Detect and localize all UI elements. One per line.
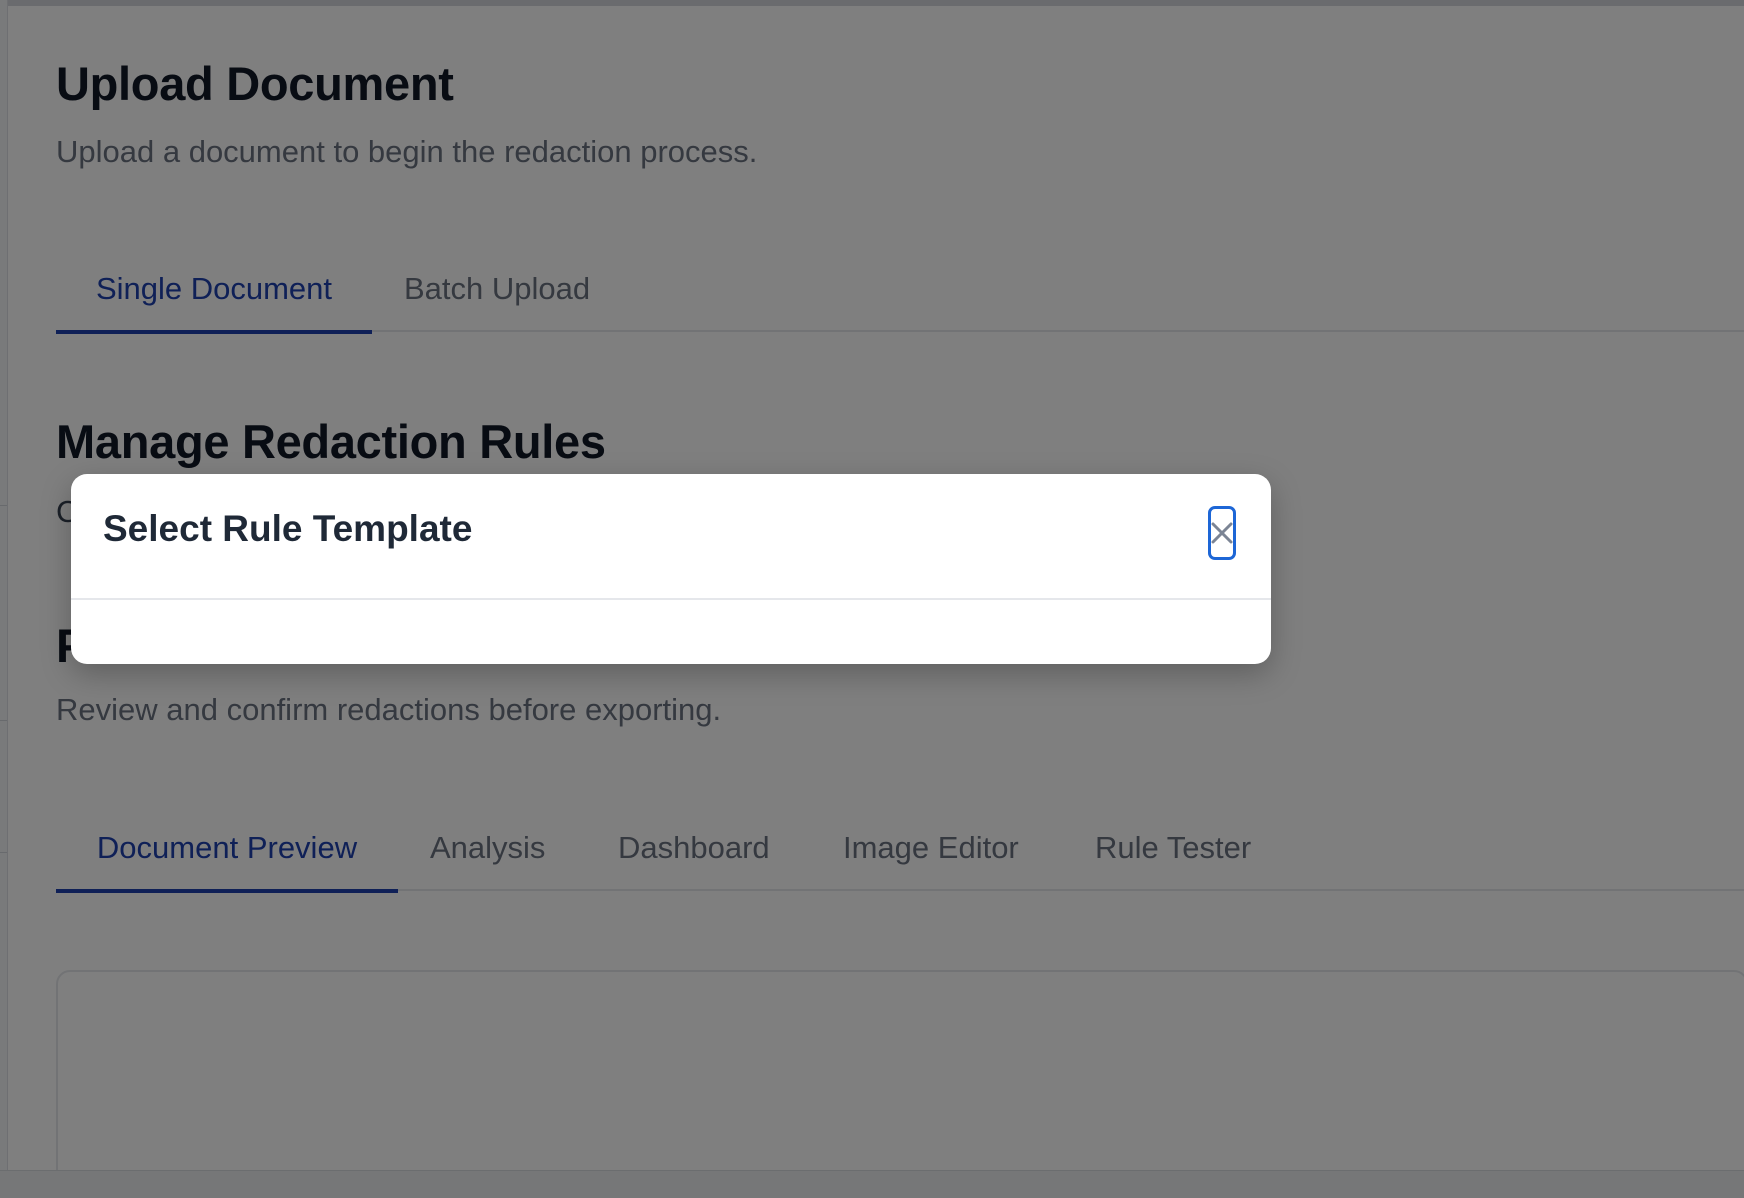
modal-close-button[interactable] (1208, 506, 1236, 560)
close-icon (1211, 520, 1233, 546)
modal-header: Select Rule Template (71, 474, 1271, 600)
select-rule-template-modal: Select Rule Template (71, 474, 1271, 664)
modal-title: Select Rule Template (103, 508, 473, 549)
app-viewport: Upload Document Upload a document to beg… (0, 0, 1744, 1198)
